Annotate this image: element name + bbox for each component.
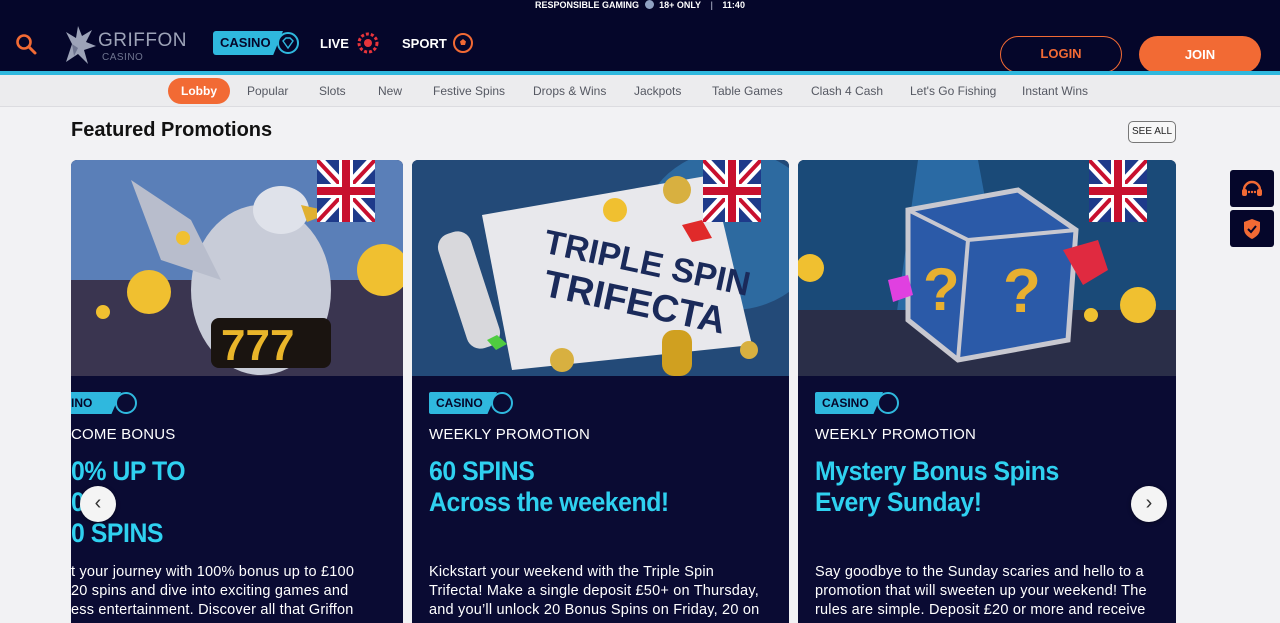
category-drops-wins[interactable]: Drops & Wins — [533, 75, 606, 107]
responsible-gaming-bar: RESPONSIBLE GAMING 18+ ONLY | 11:40 — [0, 0, 1280, 12]
roulette-icon[interactable] — [357, 32, 379, 54]
promo-title: Mystery Bonus Spins Every Sunday! — [815, 456, 1059, 518]
logo-name: GRIFFON — [98, 30, 187, 51]
promo-title-line: 60 SPINS — [429, 456, 535, 486]
uk-flag-icon — [1089, 160, 1147, 222]
nav-casino-label: CASINO — [213, 31, 283, 55]
promo-description-line: rules are simple. Deposit £20 or more an… — [815, 602, 1146, 618]
category-festive-spins[interactable]: Festive Spins — [433, 75, 505, 107]
uk-flag-icon — [703, 160, 761, 222]
category-instant-wins[interactable]: Instant Wins — [1022, 75, 1088, 107]
verified-icon — [644, 0, 654, 10]
carousel-prev-button[interactable]: ‹ — [80, 486, 116, 522]
logo-subtitle: CASINO — [102, 52, 144, 63]
nav-live[interactable]: LIVE — [320, 36, 349, 51]
promo-description-line: t your journey with 100% bonus up to £10… — [71, 564, 355, 580]
griffin-logo-icon — [66, 26, 96, 64]
promo-description-line: ess entertainment. Discover all that Gri… — [71, 602, 354, 618]
promo-description-line: promotion that will sweeten up your week… — [815, 583, 1147, 599]
promo-card[interactable]: 777 INO COME BONUS 0% UP TO 0 0 SPINS t … — [71, 160, 403, 623]
griffon-logo[interactable]: GRIFFON CASINO — [62, 20, 187, 68]
category-lets-go-fishing[interactable]: Let's Go Fishing — [910, 75, 996, 107]
casino-tag-label: CASINO — [815, 392, 883, 414]
see-all-button[interactable]: SEE ALL — [1128, 121, 1176, 143]
promo-description-line: and you’ll unlock 20 Bonus Spins on Frid… — [429, 602, 760, 618]
uk-flag-icon — [317, 160, 375, 222]
promo-description-line: Kickstart your weekend with the Triple S… — [429, 564, 715, 580]
promo-description-line: Say goodbye to the Sunday scaries and he… — [815, 564, 1144, 580]
carousel-next-button[interactable]: › — [1131, 486, 1167, 522]
clock-text: 11:40 — [722, 0, 745, 10]
nav-sport[interactable]: SPORT — [402, 36, 447, 51]
safer-gambling-button[interactable] — [1230, 210, 1274, 247]
casino-tag: INO — [71, 392, 139, 414]
category-popular[interactable]: Popular — [247, 75, 288, 107]
promo-subtitle: WEEKLY PROMOTION — [429, 426, 591, 443]
login-button[interactable]: LOGIN — [1000, 36, 1122, 73]
promo-title-line: 0% UP TO — [71, 456, 186, 486]
casino-tag: CASINO — [429, 392, 515, 414]
divider: | — [710, 0, 713, 10]
shield-icon — [1244, 219, 1260, 239]
promo-title-line: Mystery Bonus Spins — [815, 456, 1059, 486]
promo-subtitle: WEEKLY PROMOTION — [815, 426, 977, 443]
promo-description: Kickstart your weekend with the Triple S… — [429, 563, 759, 620]
diamond-icon — [277, 32, 299, 54]
diamond-icon — [491, 392, 513, 414]
category-nav: Lobby Popular Slots New Festive Spins Dr… — [0, 75, 1280, 107]
promo-description-line: Trifecta! Make a single deposit £50+ on … — [429, 583, 759, 599]
promo-title-line: 0 SPINS — [71, 518, 164, 548]
promo-description: Say goodbye to the Sunday scaries and he… — [815, 563, 1147, 620]
promo-title-line: Every Sunday! — [815, 487, 982, 517]
promo-title-line: Across the weekend! — [429, 487, 669, 517]
promo-description: t your journey with 100% bonus up to £10… — [71, 563, 354, 620]
diamond-icon — [115, 392, 137, 414]
category-jackpots[interactable]: Jackpots — [634, 75, 681, 107]
nav-casino[interactable]: CASINO — [213, 31, 299, 55]
svg-text:?: ? — [1003, 257, 1041, 326]
site-header: GRIFFON CASINO CASINO LIVE SPORT LOGIN J… — [0, 12, 1280, 73]
football-icon[interactable] — [452, 32, 474, 54]
diamond-icon — [877, 392, 899, 414]
category-slots[interactable]: Slots — [319, 75, 346, 107]
section-title: Featured Promotions — [71, 119, 273, 141]
search-icon[interactable] — [14, 32, 38, 56]
casino-tag-label: CASINO — [429, 392, 497, 414]
headset-icon — [1242, 180, 1262, 196]
join-button[interactable]: JOIN — [1139, 36, 1261, 73]
svg-text:777: 777 — [221, 321, 294, 370]
promo-title: 60 SPINS Across the weekend! — [429, 456, 669, 518]
casino-tag: CASINO — [815, 392, 901, 414]
category-table-games[interactable]: Table Games — [712, 75, 783, 107]
promo-subtitle: COME BONUS — [71, 426, 176, 443]
age-restriction-text: 18+ ONLY — [659, 0, 701, 10]
casino-tag-label: INO — [71, 392, 121, 414]
promo-description-line: 20 spins and dive into exciting games an… — [71, 583, 349, 599]
category-lobby[interactable]: Lobby — [168, 78, 230, 104]
category-new[interactable]: New — [378, 75, 402, 107]
category-clash-4-cash[interactable]: Clash 4 Cash — [811, 75, 883, 107]
responsible-gaming-text: RESPONSIBLE GAMING — [535, 0, 640, 10]
promo-card[interactable]: ? ? CASINO WEEKLY PROMOTION Mystery Bonu… — [798, 160, 1176, 623]
live-support-button[interactable] — [1230, 170, 1274, 207]
promo-card[interactable]: TRIPLE SPIN TRIFECTA CASINO WEEKLY PROMO… — [412, 160, 789, 623]
svg-text:?: ? — [923, 256, 960, 323]
